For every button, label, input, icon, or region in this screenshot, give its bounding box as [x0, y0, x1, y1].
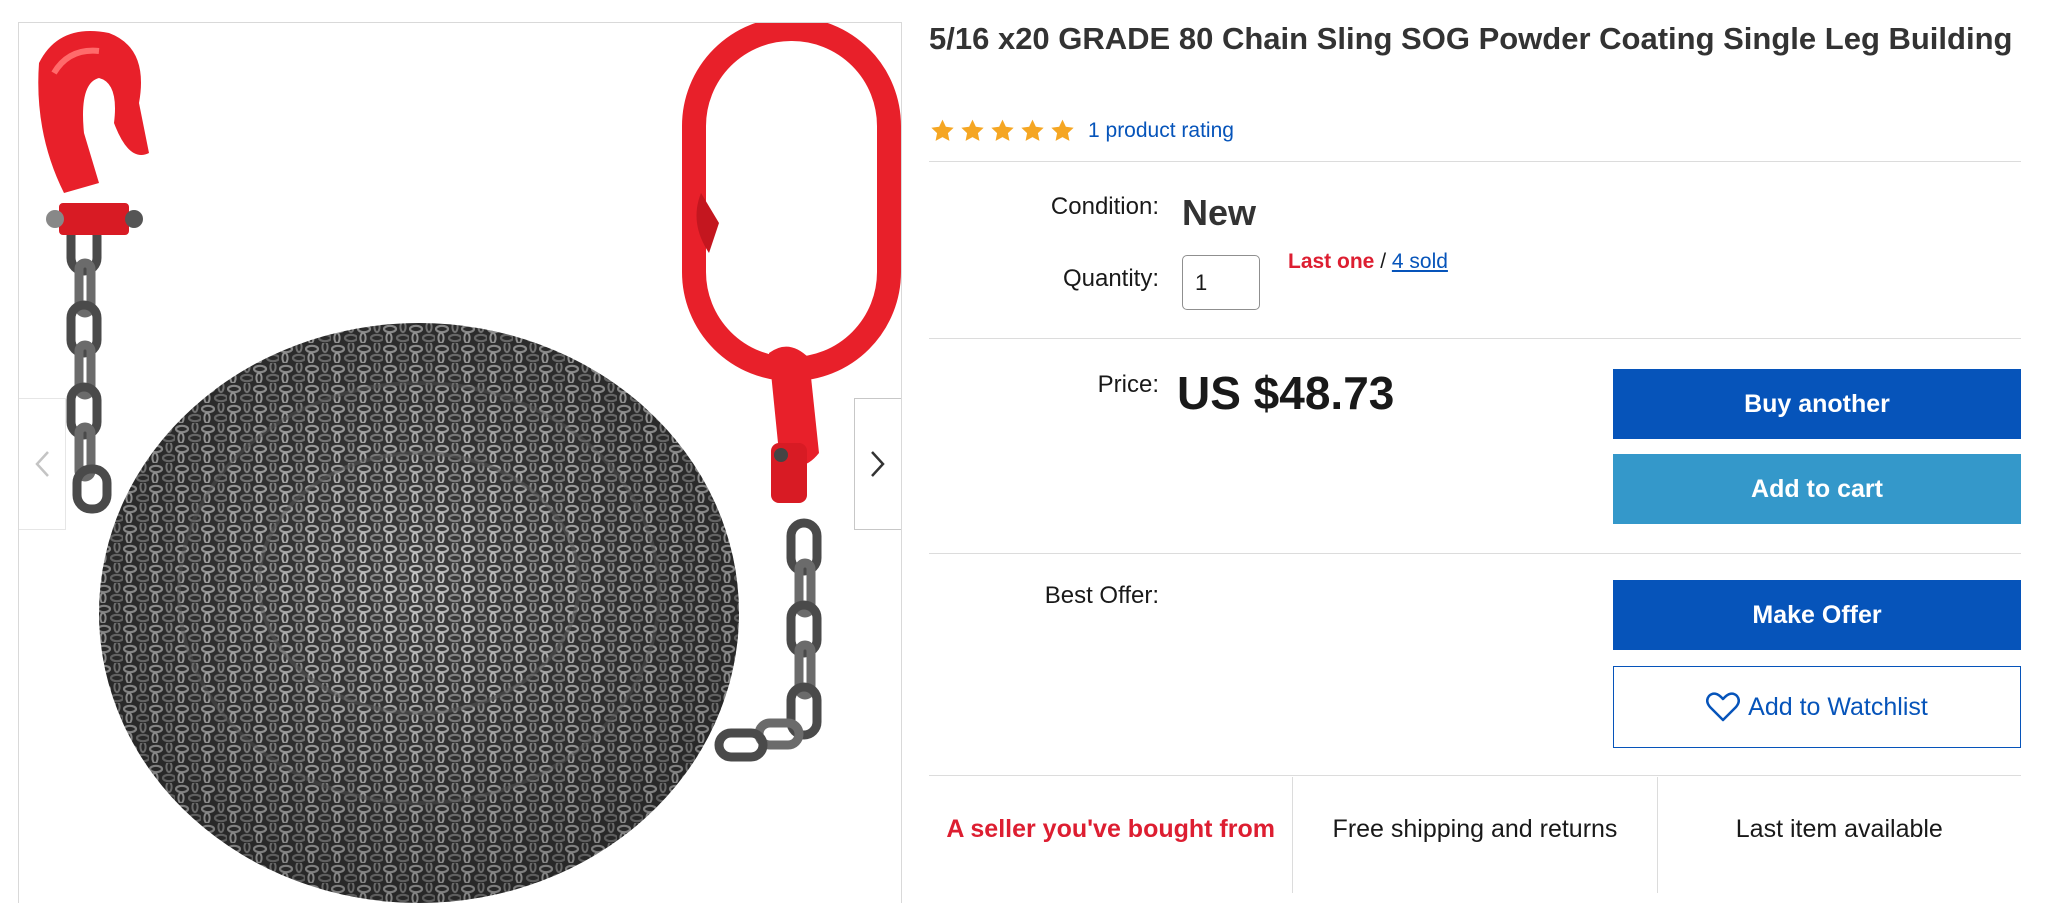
star-icon [1021, 119, 1044, 141]
watchlist-label: Add to Watchlist [1748, 692, 1928, 721]
condition-label: Condition: [1050, 193, 1159, 220]
best-offer-label: Best Offer: [1044, 582, 1159, 609]
divider [929, 775, 2021, 776]
sold-count-link[interactable]: 4 sold [1392, 250, 1448, 273]
divider [929, 553, 2021, 554]
product-image [38, 23, 901, 903]
star-icon [961, 119, 984, 141]
listing-title: 5/16 x20 GRADE 80 Chain Sling SOG Powder… [929, 21, 2013, 56]
divider [929, 338, 2021, 339]
chevron-right-icon [871, 451, 885, 477]
add-to-watchlist-button[interactable]: Add to Watchlist [1613, 666, 2021, 748]
condition-value: New [1182, 192, 1257, 233]
chevron-left-icon [35, 451, 49, 477]
buy-another-button[interactable]: Buy another [1613, 369, 2021, 439]
star-icon [931, 119, 954, 141]
feature-strip: A seller you've bought from Free shippin… [929, 777, 2021, 893]
star-icon [991, 119, 1014, 141]
heart-icon [1706, 692, 1741, 722]
quantity-input[interactable] [1182, 255, 1260, 310]
star-icon [1051, 119, 1074, 141]
gallery-prev-button[interactable] [19, 398, 66, 530]
price-value: US $48.73 [1177, 367, 1395, 419]
product-rating-link[interactable]: 1 product rating [1088, 119, 1234, 143]
free-shipping-badge: Free shipping and returns [1292, 777, 1656, 893]
quantity-availability: Last one / 4 sold [1288, 250, 1448, 274]
add-to-cart-button[interactable]: Add to cart [1613, 454, 2021, 524]
price-label: Price: [1097, 371, 1159, 398]
gallery-next-button[interactable] [854, 398, 901, 530]
last-one-text: Last one [1288, 250, 1375, 273]
rating-row: 1 product rating [929, 118, 1234, 144]
divider [929, 161, 2021, 162]
product-image-gallery [18, 22, 902, 903]
star-rating [929, 118, 1076, 144]
quantity-label: Quantity: [1062, 265, 1159, 292]
separator: / [1374, 250, 1392, 273]
seller-history-badge: A seller you've bought from [946, 814, 1275, 843]
last-item-badge: Last item available [1656, 777, 2021, 893]
make-offer-button[interactable]: Make Offer [1613, 580, 2021, 650]
